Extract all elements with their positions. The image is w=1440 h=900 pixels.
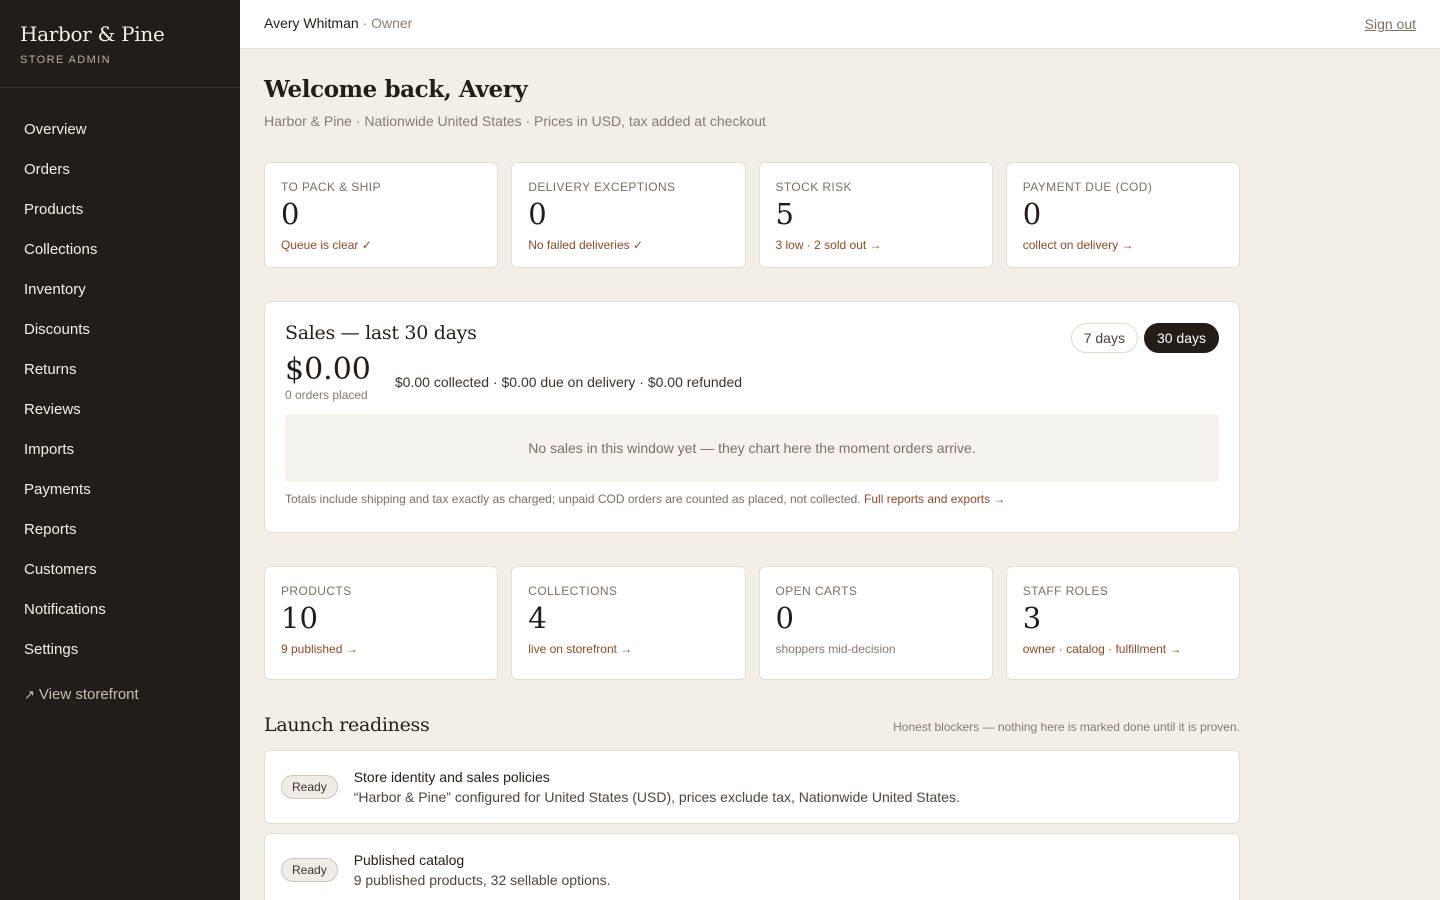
stat-value: 5: [775, 197, 794, 231]
stat-label: STOCK RISK: [775, 180, 852, 194]
nav-notifications[interactable]: Notifications: [0, 590, 240, 630]
view-storefront-link[interactable]: ↗ View storefront: [0, 678, 163, 711]
sales-total-block: $0.00 0 orders placed: [285, 352, 371, 403]
stat-note[interactable]: collect on delivery →: [1023, 238, 1223, 252]
sidebar: Harbor & Pine STORE ADMIN Overview Order…: [0, 0, 240, 900]
stat-note: Queue is clear ✓: [281, 238, 372, 252]
launch-readiness-note: Honest blockers — nothing here is marked…: [893, 720, 1240, 734]
stat-label: COLLECTIONS: [528, 584, 618, 598]
stat-collections[interactable]: COLLECTIONS 4 live on storefront →: [511, 566, 746, 680]
nav-customers[interactable]: Customers: [0, 550, 240, 590]
launch-readiness-title: Launch readiness: [264, 714, 430, 736]
user-name: Avery Whitman: [264, 15, 359, 31]
stat-payment-due[interactable]: PAYMENT DUE (COD) 0 collect on delivery …: [1005, 162, 1240, 268]
stat-value: 3: [1022, 601, 1042, 635]
stat-stock-risk[interactable]: STOCK RISK 5 3 low · 2 sold out →: [758, 162, 993, 268]
stat-products[interactable]: PRODUCTS 10 9 published →: [264, 566, 499, 680]
stat-value: 10: [281, 601, 318, 635]
stat-value: 0: [528, 197, 547, 231]
stat-label: OPEN CARTS: [775, 584, 858, 598]
brand-name: Harbor & Pine: [20, 22, 165, 46]
range-7-days-button[interactable]: 7 days: [1070, 323, 1138, 353]
nav-inventory[interactable]: Inventory: [0, 270, 240, 310]
brand: Harbor & Pine STORE ADMIN: [0, 0, 240, 88]
footnote-text: Totals include shipping and tax exactly …: [285, 492, 861, 506]
stat-note[interactable]: 9 published →: [281, 642, 481, 656]
readiness-title: Published catalog: [353, 852, 465, 868]
ops-stats: TO PACK & SHIP 0 Queue is clear ✓ DELIVE…: [264, 162, 1240, 268]
catalog-stats: PRODUCTS 10 9 published → COLLECTIONS 4 …: [264, 566, 1240, 680]
stat-label: TO PACK & SHIP: [281, 180, 381, 194]
range-30-days-button[interactable]: 30 days: [1143, 323, 1219, 353]
stat-value: 4: [528, 601, 547, 635]
stat-note[interactable]: 3 low · 2 sold out →: [776, 238, 976, 252]
external-link-icon: ↗: [24, 687, 35, 702]
stat-note: No failed deliveries ✓: [528, 238, 644, 252]
nav-reviews[interactable]: Reviews: [0, 390, 240, 430]
nav-products[interactable]: Products: [0, 190, 240, 230]
nav-returns[interactable]: Returns: [0, 350, 240, 390]
nav-overview[interactable]: Overview: [0, 110, 240, 150]
stat-label: DELIVERY EXCEPTIONS: [528, 180, 676, 194]
user-role: · Owner: [358, 15, 413, 31]
stat-label: STAFF ROLES: [1022, 584, 1109, 598]
brand-subtitle: STORE ADMIN: [20, 54, 111, 66]
stat-label: PAYMENT DUE (COD): [1022, 180, 1153, 194]
top-bar: Avery Whitman · Owner Sign out: [240, 0, 1440, 49]
stat-note[interactable]: live on storefront →: [528, 642, 728, 656]
sales-footnote: Totals include shipping and tax exactly …: [285, 492, 1219, 506]
nav-collections[interactable]: Collections: [0, 230, 240, 270]
stat-note[interactable]: owner · catalog · fulfillment →: [1023, 642, 1223, 656]
sales-empty-state: No sales in this window yet — they chart…: [285, 414, 1219, 482]
sales-total: $0.00: [285, 352, 371, 387]
nav-discounts[interactable]: Discounts: [0, 310, 240, 350]
sign-out-link[interactable]: Sign out: [1365, 16, 1416, 32]
ready-badge: Ready: [281, 858, 338, 882]
sales-panel: Sales — last 30 days 7 days 30 days $0.0…: [264, 301, 1240, 533]
readiness-item: Ready Published catalog 9 published prod…: [264, 833, 1240, 900]
stat-value: 0: [775, 601, 794, 635]
launch-readiness-header: Launch readiness Honest blockers — nothi…: [264, 714, 1240, 736]
user-info: Avery Whitman · Owner: [264, 15, 412, 31]
range-toggle: 7 days 30 days: [1070, 323, 1219, 353]
nav-reports[interactable]: Reports: [0, 510, 240, 550]
nav-orders[interactable]: Orders: [0, 150, 240, 190]
page-title: Welcome back, Avery: [264, 76, 528, 103]
view-storefront-label: View storefront: [38, 686, 139, 703]
main-content: Welcome back, Avery Harbor & Pine · Nati…: [264, 49, 1240, 900]
nav-settings[interactable]: Settings: [0, 630, 240, 670]
sales-summary: $0.00 0 orders placed $0.00 collected · …: [285, 352, 1219, 403]
stat-value: 0: [281, 197, 300, 231]
readiness-description: 9 published products, 32 sellable option…: [353, 872, 611, 888]
page-subtitle: Harbor & Pine · Nationwide United States…: [264, 113, 766, 129]
ready-badge: Ready: [281, 775, 338, 799]
sales-breakdown: $0.00 collected · $0.00 due on delivery …: [394, 374, 743, 390]
readiness-description: “Harbor & Pine” configured for United St…: [353, 789, 960, 805]
stat-label: PRODUCTS: [281, 584, 352, 598]
orders-placed: 0 orders placed: [285, 388, 368, 402]
readiness-text: Published catalog 9 published products, …: [354, 852, 611, 888]
nav-imports[interactable]: Imports: [0, 430, 240, 470]
stat-to-pack-ship[interactable]: TO PACK & SHIP 0 Queue is clear ✓: [264, 162, 499, 268]
stat-value: 0: [1022, 197, 1042, 231]
full-reports-link[interactable]: Full reports and exports →: [864, 492, 1005, 506]
readiness-title: Store identity and sales policies: [353, 769, 550, 785]
sidebar-nav: Overview Orders Products Collections Inv…: [0, 88, 240, 704]
stat-staff-roles[interactable]: STAFF ROLES 3 owner · catalog · fulfillm…: [1005, 566, 1240, 680]
readiness-text: Store identity and sales policies “Harbo…: [354, 769, 960, 805]
stat-delivery-exceptions[interactable]: DELIVERY EXCEPTIONS 0 No failed deliveri…: [511, 162, 746, 268]
stat-open-carts: OPEN CARTS 0 shoppers mid-decision: [758, 566, 993, 680]
readiness-item: Ready Store identity and sales policies …: [264, 750, 1240, 824]
stat-note: shoppers mid-decision: [775, 642, 896, 656]
nav-payments[interactable]: Payments: [0, 470, 240, 510]
